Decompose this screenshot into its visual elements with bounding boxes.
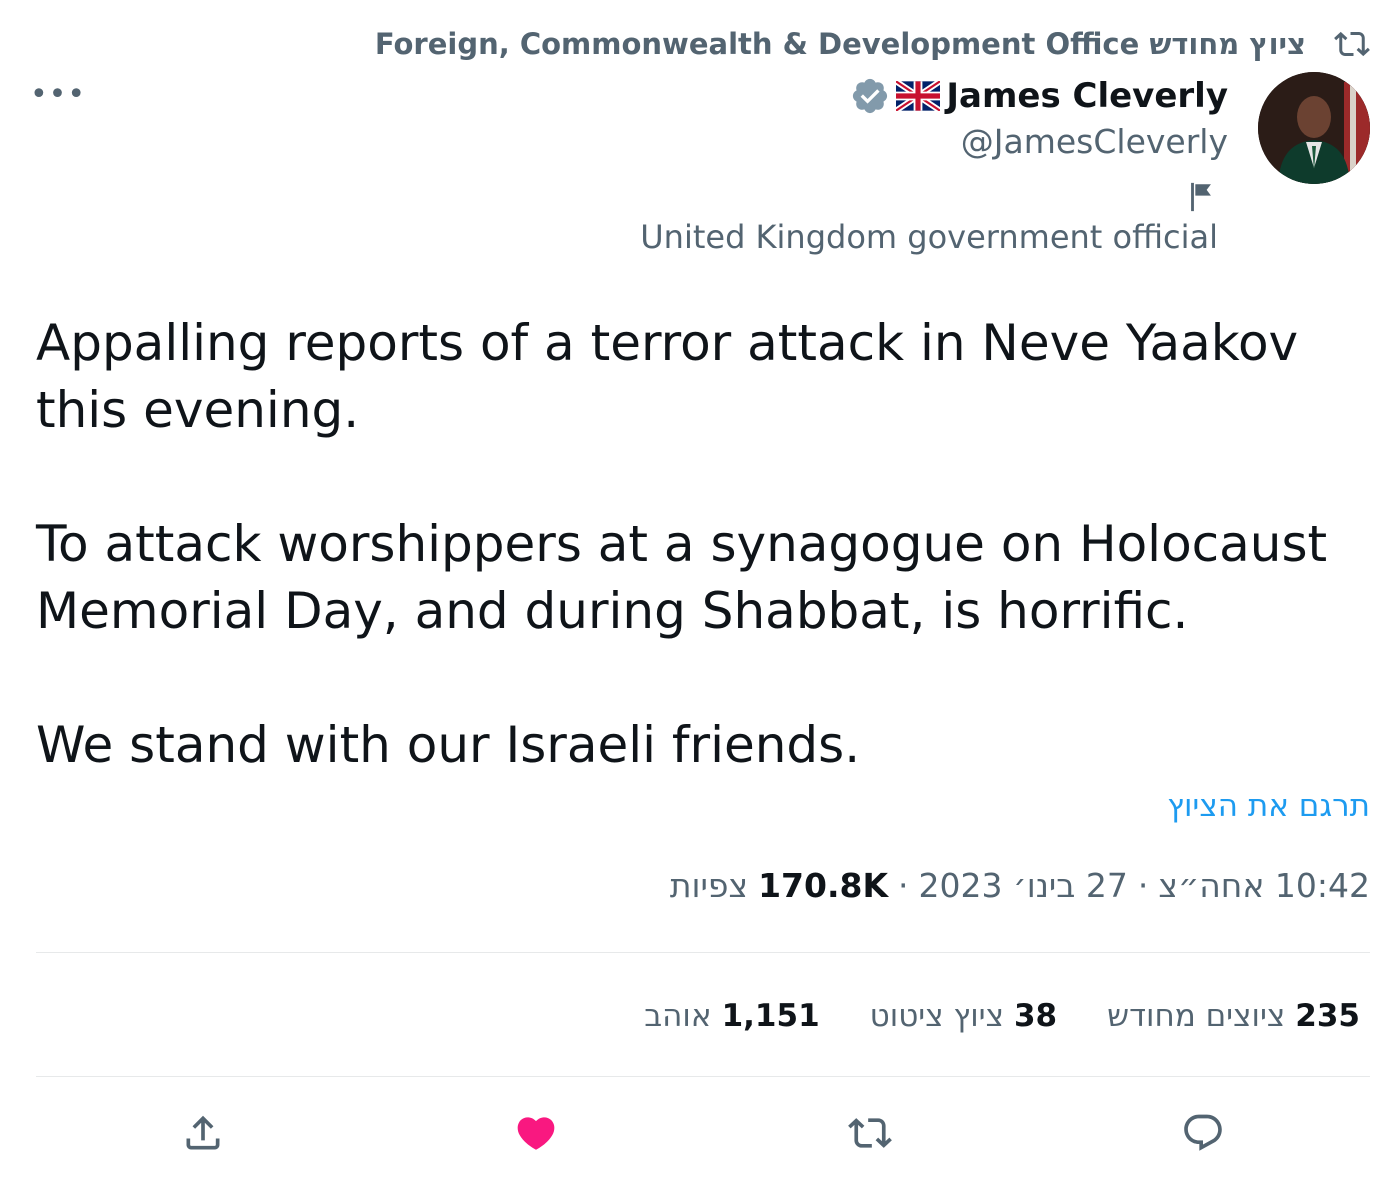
- likes-count: 1,151: [721, 998, 820, 1034]
- share-button[interactable]: [170, 1100, 236, 1166]
- uk-flag-icon: [896, 81, 941, 111]
- tweet-paragraph: To attack worshippers at a synagogue on …: [36, 515, 1328, 640]
- retweets-label: ציוצים מחודש: [1107, 998, 1286, 1034]
- like-button[interactable]: [503, 1100, 569, 1166]
- flag-icon: [1184, 180, 1218, 214]
- heart-icon: [514, 1111, 558, 1155]
- reply-icon: [1181, 1111, 1225, 1155]
- divider: [36, 1076, 1370, 1077]
- avatar[interactable]: [1258, 72, 1370, 184]
- tweet-meta: 10:42 אחה״צ · 27 בינו׳ 2023 · 170.8K צפי…: [670, 866, 1370, 905]
- views-count: 170.8K: [758, 866, 889, 905]
- quotes-stat[interactable]: 38 ציוץ ציטוט: [870, 998, 1057, 1034]
- tweet-time[interactable]: 10:42 אחה״צ: [1158, 866, 1370, 905]
- retweet-context-label: ציוץ מחודש Foreign, Commonwealth & Devel…: [374, 27, 1306, 61]
- verified-badge-icon: [850, 76, 890, 116]
- meta-separator: ·: [898, 866, 909, 905]
- reply-button[interactable]: [1170, 1100, 1236, 1166]
- retweets-count: 235: [1295, 998, 1360, 1034]
- more-icon[interactable]: •••: [30, 74, 85, 114]
- views-label: צפיות: [669, 866, 749, 905]
- retweet-icon: [847, 1111, 892, 1155]
- tweet-paragraph: Appalling reports of a terror attack in …: [36, 314, 1299, 439]
- likes-label: אוהב: [644, 998, 712, 1034]
- retweets-stat[interactable]: 235 ציוצים מחודש: [1107, 998, 1360, 1034]
- author-name-row[interactable]: James Cleverly: [850, 74, 1228, 118]
- tweet-date[interactable]: 27 בינו׳ 2023: [919, 866, 1128, 905]
- quotes-label: ציוץ ציטוט: [869, 998, 1004, 1034]
- meta-separator: ·: [1137, 866, 1149, 905]
- author-name[interactable]: James Cleverly: [946, 76, 1228, 116]
- divider: [36, 952, 1370, 953]
- quotes-count: 38: [1013, 998, 1058, 1034]
- tweet-text: Appalling reports of a terror attack in …: [36, 310, 1366, 779]
- tweet-paragraph: We stand with our Israeli friends.: [36, 716, 861, 774]
- retweet-context[interactable]: ציוץ מחודש Foreign, Commonwealth & Devel…: [375, 24, 1370, 64]
- retweet-button[interactable]: [837, 1100, 903, 1166]
- translate-tweet-link[interactable]: תרגם את הציוץ: [1167, 788, 1370, 824]
- tweet-stats: 235 ציוצים מחודש 38 ציוץ ציטוט 1,151 אוה…: [644, 994, 1360, 1038]
- share-icon: [181, 1111, 225, 1155]
- affiliation-label: United Kingdom government official: [640, 218, 1218, 256]
- retweet-icon: [1334, 26, 1370, 62]
- action-bar: [36, 1100, 1370, 1166]
- author-handle[interactable]: @JamesCleverly: [961, 122, 1228, 161]
- likes-stat[interactable]: 1,151 אוהב: [644, 998, 819, 1034]
